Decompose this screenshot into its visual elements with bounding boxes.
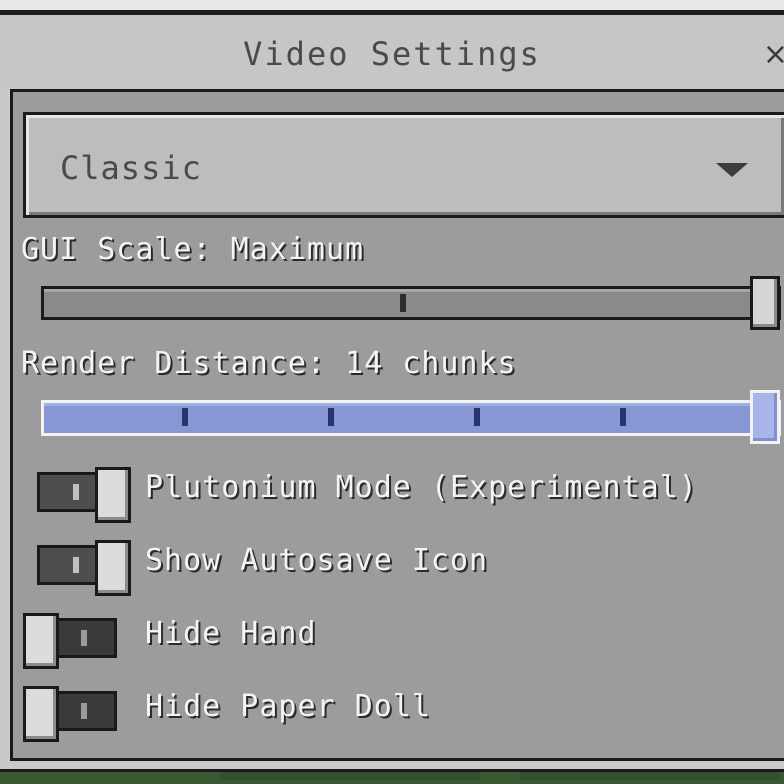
dropdown-value: Classic xyxy=(60,149,202,187)
window-top-edge xyxy=(0,0,784,12)
render-distance-thumb[interactable] xyxy=(750,390,780,444)
render-distance-slider[interactable] xyxy=(41,390,781,444)
hide-paper-doll-toggle[interactable] xyxy=(23,686,117,742)
slider-tick xyxy=(400,294,406,312)
toggle-knob xyxy=(23,613,59,669)
slider-tick xyxy=(620,408,626,426)
plutonium-mode-label: Plutonium Mode (Experimental) xyxy=(145,470,698,505)
settings-window: Video Settings × Classic GUI Scale: Maxi… xyxy=(0,12,784,772)
gui-scale-slider[interactable] xyxy=(41,276,781,330)
hide-paper-doll-label: Hide Paper Doll xyxy=(145,689,431,724)
settings-panel: Classic GUI Scale: Maximum Render Distan… xyxy=(10,89,784,761)
title-bar: Video Settings × xyxy=(0,15,784,89)
hide-hand-toggle[interactable] xyxy=(23,613,117,669)
gui-scale-label: GUI Scale: Maximum xyxy=(21,232,365,267)
toggle-knob xyxy=(23,686,59,742)
close-icon[interactable]: × xyxy=(763,37,784,72)
graphics-mode-dropdown[interactable]: Classic xyxy=(23,112,784,218)
slider-tick xyxy=(182,408,188,426)
page-title: Video Settings xyxy=(243,35,541,73)
render-distance-label: Render Distance: 14 chunks xyxy=(21,346,517,381)
hide-hand-label: Hide Hand xyxy=(145,616,317,651)
toggle-knob xyxy=(95,467,131,523)
gui-scale-thumb[interactable] xyxy=(750,276,780,330)
slider-tick xyxy=(328,408,334,426)
slider-tick xyxy=(474,408,480,426)
show-autosave-icon-toggle[interactable] xyxy=(37,540,131,596)
plutonium-mode-toggle[interactable] xyxy=(37,467,131,523)
chevron-down-icon xyxy=(716,163,748,177)
show-autosave-icon-label: Show Autosave Icon xyxy=(145,543,489,578)
toggle-knob xyxy=(95,540,131,596)
